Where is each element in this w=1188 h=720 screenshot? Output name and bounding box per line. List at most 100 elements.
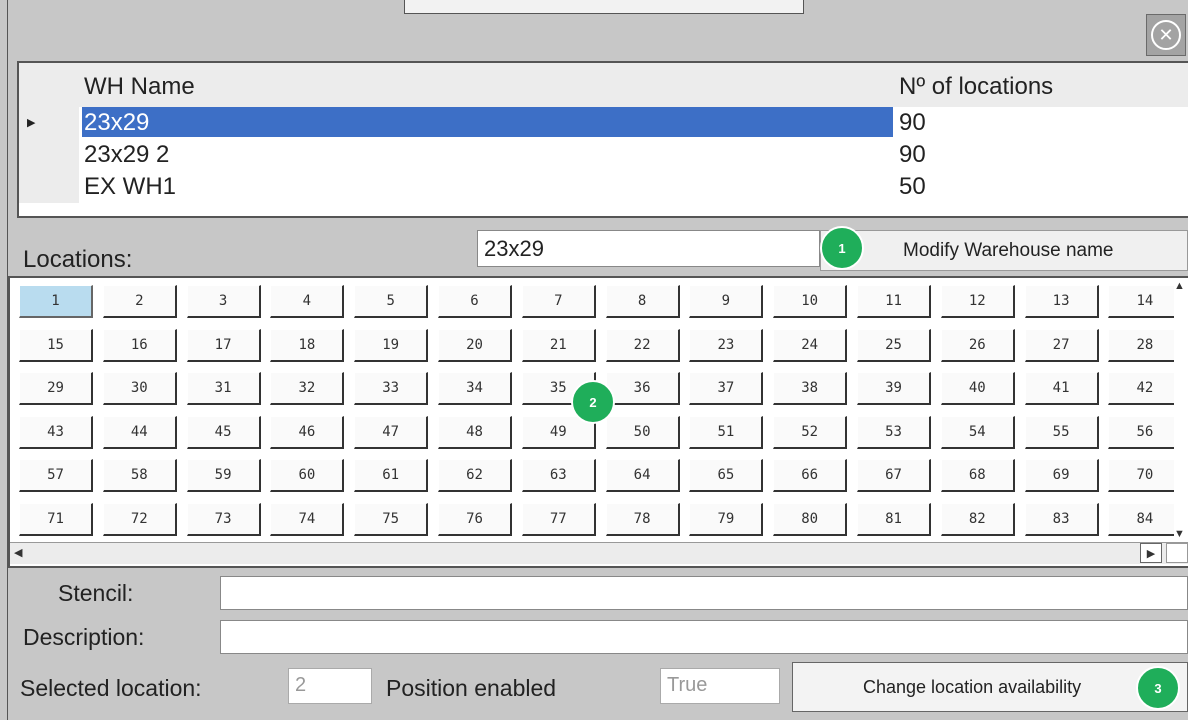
- location-button[interactable]: 76: [438, 503, 512, 536]
- row-name[interactable]: 23x29: [82, 107, 893, 137]
- location-button[interactable]: 11: [857, 285, 931, 318]
- location-button[interactable]: 46: [270, 415, 345, 449]
- vertical-scrollbar[interactable]: ▲ ▼: [1174, 280, 1188, 540]
- location-button[interactable]: 17: [186, 328, 261, 362]
- location-button[interactable]: 31: [186, 372, 261, 406]
- location-button[interactable]: 30: [102, 372, 177, 406]
- location-button[interactable]: 34: [438, 372, 512, 406]
- modify-warehouse-name-button[interactable]: Modify Warehouse name: [820, 230, 1188, 271]
- location-button[interactable]: 55: [1024, 415, 1099, 449]
- location-button[interactable]: 79: [689, 503, 764, 536]
- location-button[interactable]: 80: [773, 503, 848, 536]
- location-button[interactable]: 62: [438, 459, 512, 493]
- location-button[interactable]: 23: [689, 328, 764, 362]
- location-button[interactable]: 24: [773, 328, 848, 362]
- location-button[interactable]: 13: [1024, 285, 1099, 318]
- location-button[interactable]: 21: [521, 328, 596, 362]
- location-button[interactable]: 44: [102, 415, 177, 449]
- location-button[interactable]: 51: [689, 415, 764, 449]
- location-button[interactable]: 2: [102, 285, 177, 318]
- table-row[interactable]: EX WH1 50: [19, 171, 1188, 203]
- table-row[interactable]: 23x29 2 90: [19, 139, 1188, 171]
- location-button[interactable]: 32: [270, 372, 345, 406]
- location-button[interactable]: 71: [19, 503, 93, 536]
- location-button[interactable]: 7: [521, 285, 596, 318]
- location-button[interactable]: 58: [102, 459, 177, 493]
- horizontal-scrollbar[interactable]: ◀ ▶: [10, 542, 1188, 564]
- location-button[interactable]: 25: [857, 328, 931, 362]
- location-button[interactable]: 57: [19, 459, 93, 493]
- location-button[interactable]: 22: [605, 328, 680, 362]
- location-button[interactable]: 43: [19, 415, 93, 449]
- row-count[interactable]: 90: [899, 109, 926, 137]
- location-button[interactable]: 72: [102, 503, 177, 536]
- location-button[interactable]: 4: [270, 285, 345, 318]
- location-button[interactable]: 3: [186, 285, 261, 318]
- location-button[interactable]: 10: [773, 285, 848, 318]
- location-button[interactable]: 69: [1024, 459, 1099, 493]
- location-button[interactable]: 59: [186, 459, 261, 493]
- row-selector[interactable]: [19, 171, 79, 203]
- location-button[interactable]: 50: [605, 415, 680, 449]
- location-button[interactable]: 6: [438, 285, 512, 318]
- location-button[interactable]: 37: [689, 372, 764, 406]
- location-button[interactable]: 42: [1108, 372, 1183, 406]
- location-button[interactable]: 38: [773, 372, 848, 406]
- location-button[interactable]: 36: [605, 372, 680, 406]
- scroll-up-icon[interactable]: ▲: [1174, 280, 1185, 292]
- location-button[interactable]: 26: [940, 328, 1015, 362]
- location-button[interactable]: 75: [354, 503, 429, 536]
- row-name[interactable]: EX WH1: [82, 171, 893, 201]
- location-button[interactable]: 33: [354, 372, 429, 406]
- location-button[interactable]: 61: [354, 459, 429, 493]
- location-button[interactable]: 28: [1108, 328, 1183, 362]
- location-button[interactable]: 53: [857, 415, 931, 449]
- location-button[interactable]: 18: [270, 328, 345, 362]
- location-button[interactable]: 20: [438, 328, 512, 362]
- location-button[interactable]: 64: [605, 459, 680, 493]
- location-button[interactable]: 48: [438, 415, 512, 449]
- location-button[interactable]: 78: [605, 503, 680, 536]
- location-button[interactable]: 60: [270, 459, 345, 493]
- location-button[interactable]: 45: [186, 415, 261, 449]
- row-name[interactable]: 23x29 2: [82, 139, 893, 169]
- location-button[interactable]: 52: [773, 415, 848, 449]
- location-button[interactable]: 66: [773, 459, 848, 493]
- location-button[interactable]: 63: [521, 459, 596, 493]
- scroll-left-icon[interactable]: ◀: [14, 546, 22, 559]
- location-button[interactable]: 81: [857, 503, 931, 536]
- location-button[interactable]: 70: [1108, 459, 1183, 493]
- location-button[interactable]: 82: [940, 503, 1015, 536]
- warehouse-name-input[interactable]: [477, 230, 820, 267]
- location-button[interactable]: 1: [19, 285, 93, 318]
- row-count[interactable]: 50: [899, 173, 926, 201]
- scroll-right-icon[interactable]: ▶: [1140, 543, 1162, 563]
- row-selector[interactable]: ▶: [19, 107, 79, 139]
- location-button[interactable]: 65: [689, 459, 764, 493]
- location-button[interactable]: 14: [1108, 285, 1183, 318]
- location-button[interactable]: 84: [1108, 503, 1183, 536]
- location-button[interactable]: 8: [605, 285, 680, 318]
- row-selector[interactable]: [19, 139, 79, 171]
- location-button[interactable]: 83: [1024, 503, 1099, 536]
- location-button[interactable]: 12: [940, 285, 1015, 318]
- scroll-down-icon[interactable]: ▼: [1174, 528, 1185, 540]
- description-field[interactable]: [220, 620, 1188, 654]
- change-location-availability-button[interactable]: Change location availability: [792, 662, 1188, 712]
- location-button[interactable]: 68: [940, 459, 1015, 493]
- location-button[interactable]: 73: [186, 503, 261, 536]
- row-count[interactable]: 90: [899, 141, 926, 169]
- location-button[interactable]: 54: [940, 415, 1015, 449]
- location-button[interactable]: 9: [689, 285, 764, 318]
- location-button[interactable]: 77: [521, 503, 596, 536]
- close-button[interactable]: ✕: [1146, 14, 1186, 56]
- location-button[interactable]: 67: [857, 459, 931, 493]
- location-button[interactable]: 56: [1108, 415, 1183, 449]
- location-button[interactable]: 16: [102, 328, 177, 362]
- location-button[interactable]: 40: [940, 372, 1015, 406]
- table-row[interactable]: ▶ 23x29 90: [19, 107, 1188, 139]
- location-button[interactable]: 74: [270, 503, 345, 536]
- location-button[interactable]: 29: [19, 372, 93, 406]
- location-button[interactable]: 5: [354, 285, 429, 318]
- location-button[interactable]: 41: [1024, 372, 1099, 406]
